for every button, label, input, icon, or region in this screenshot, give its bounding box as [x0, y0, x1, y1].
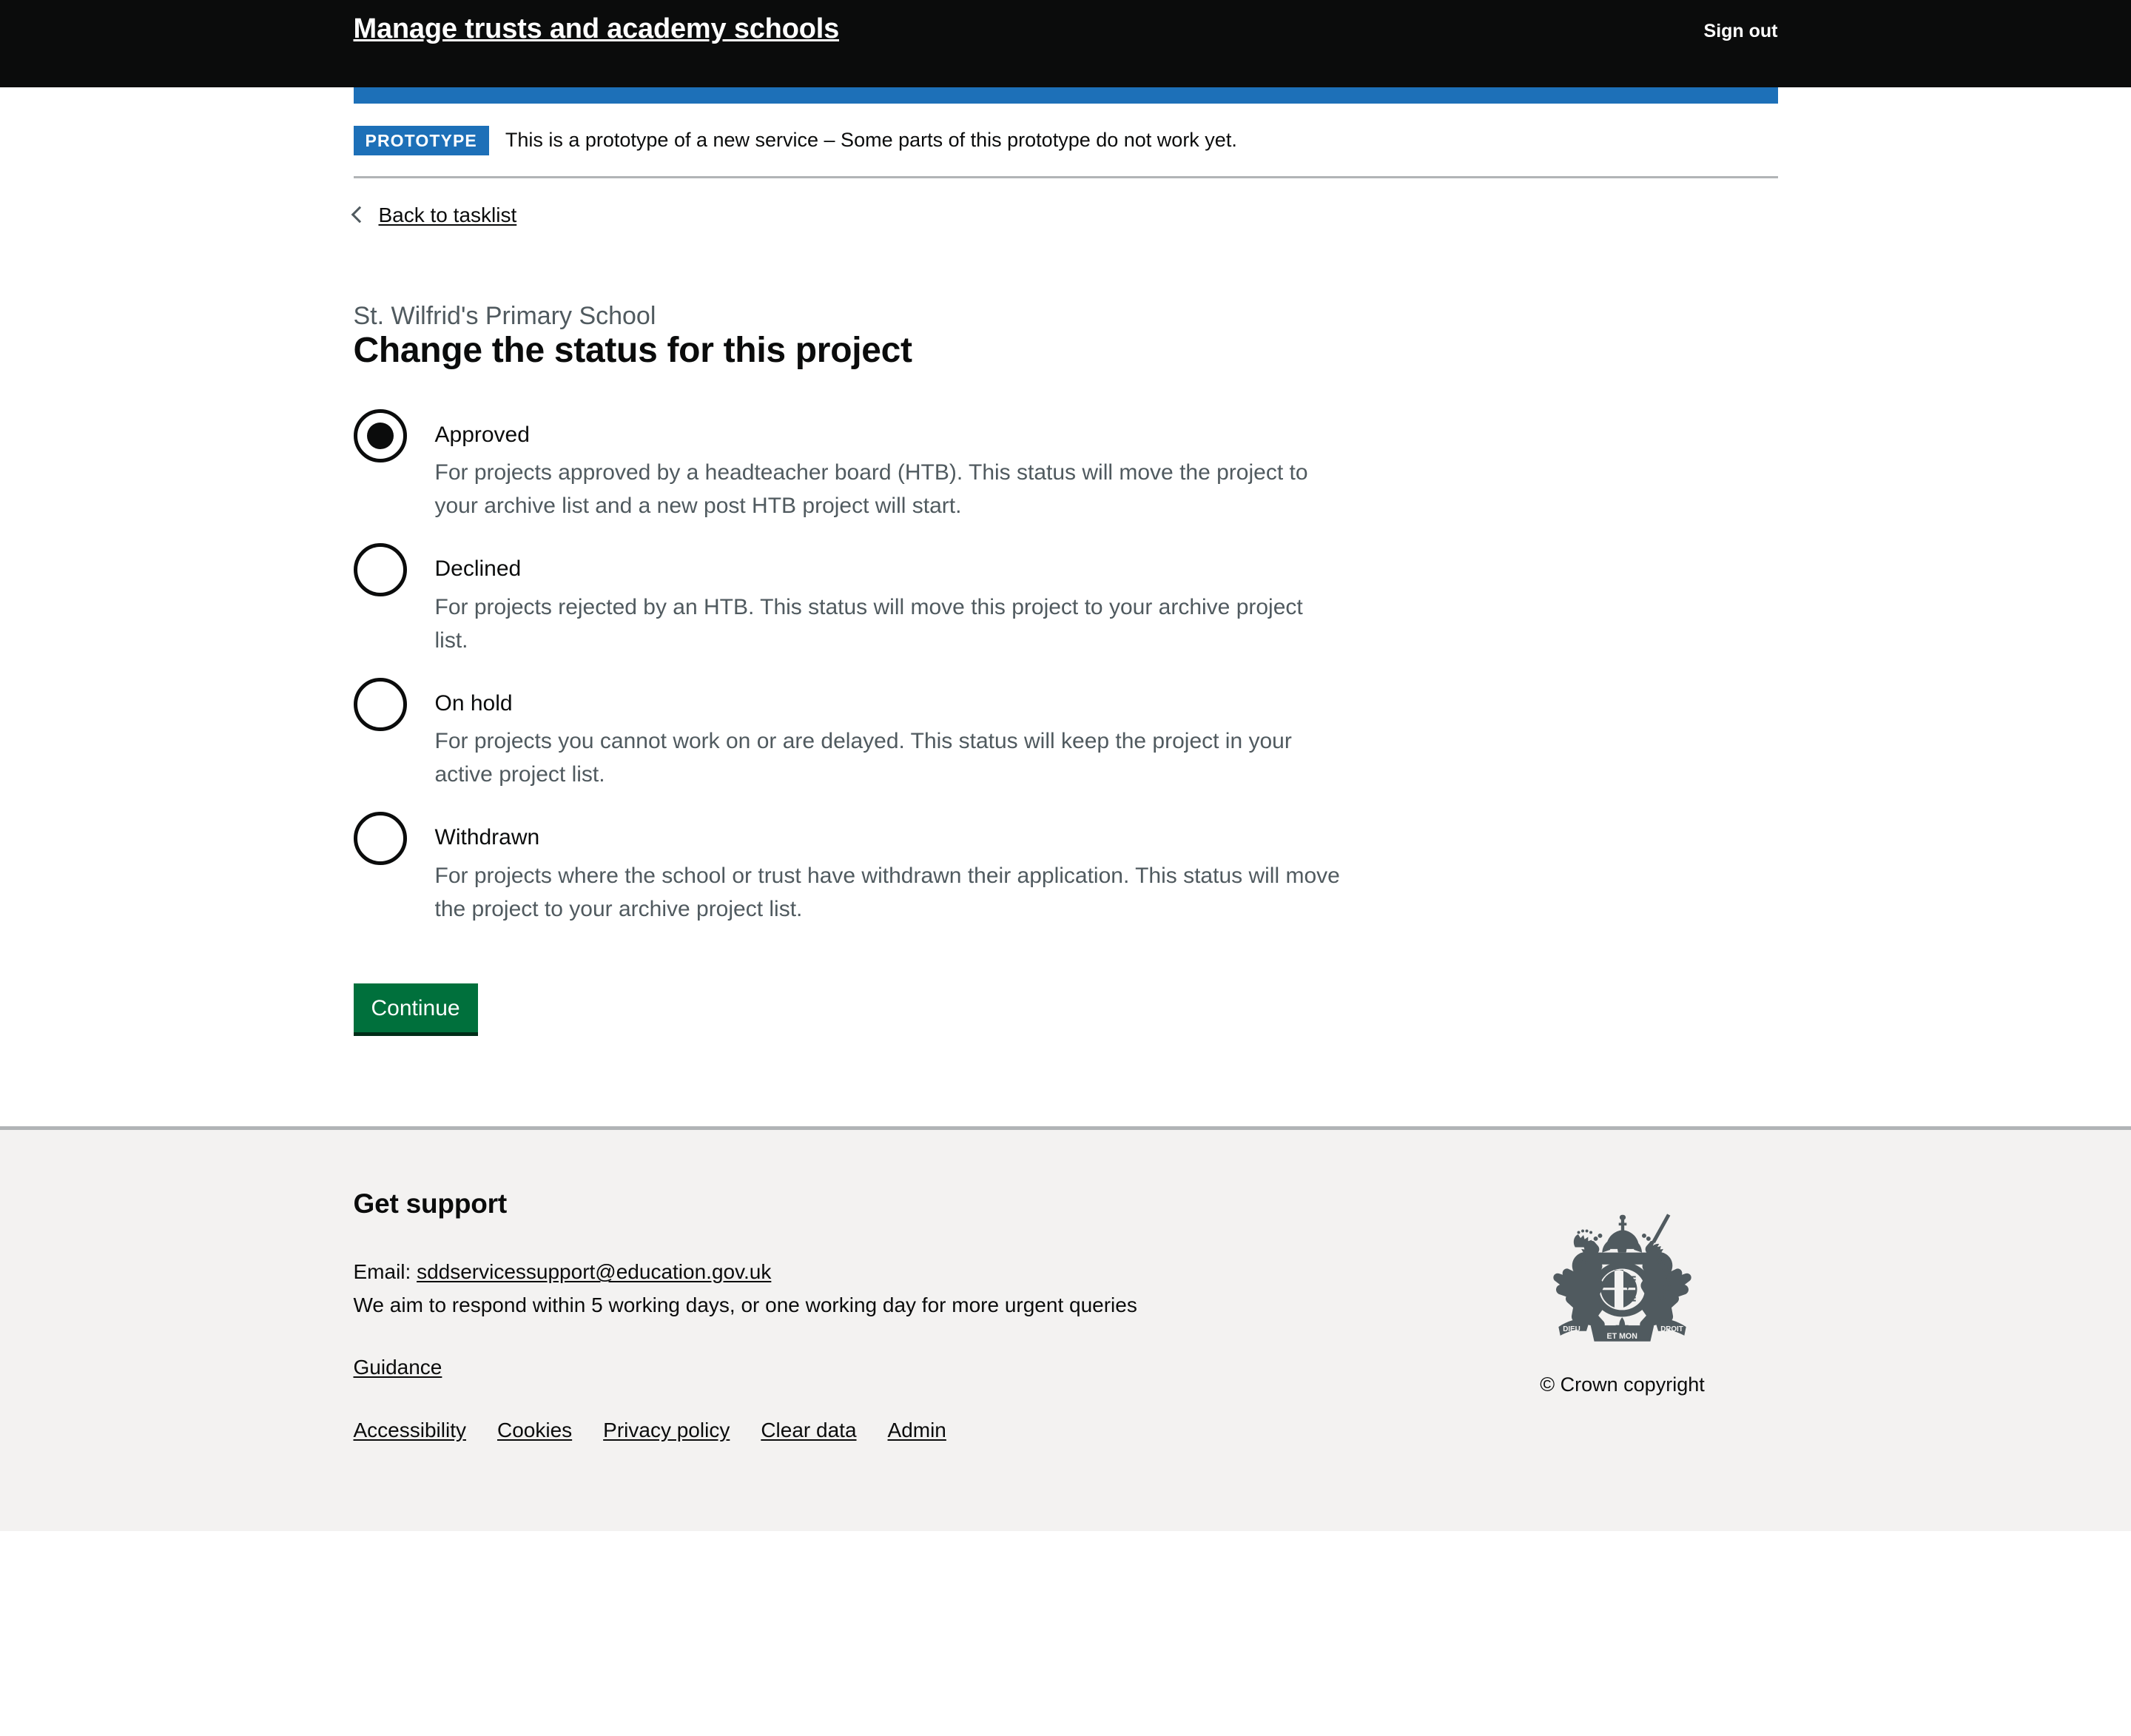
page-heading-block: St. Wilfrid's Primary School Change the … — [354, 301, 1778, 371]
footer-link-cookies[interactable]: Cookies — [497, 1419, 572, 1442]
radio-label-on-hold[interactable]: On hold — [435, 678, 1778, 718]
radio-item-declined[interactable]: Declined For projects rejected by an HTB… — [353, 543, 1778, 657]
back-link-row: Back to tasklist — [351, 178, 1778, 227]
footer-heading: Get support — [353, 1188, 508, 1219]
service-name-link[interactable]: Manage trusts and academy schools — [354, 13, 840, 46]
continue-button[interactable]: Continue — [353, 983, 478, 1036]
school-name-caption: St. Wilfrid's Primary School — [353, 302, 656, 330]
page-container: PROTOTYPE This is a prototype of a new s… — [351, 104, 1778, 1126]
phase-banner: PROTOTYPE This is a prototype of a new s… — [353, 104, 1778, 178]
support-email-link[interactable]: sddservicessupport@education.gov.uk — [417, 1260, 771, 1283]
status-form: Approved For projects approved by a head… — [353, 408, 1778, 1126]
footer-link-privacy-policy[interactable]: Privacy policy — [603, 1419, 730, 1442]
svg-text:DROIT: DROIT — [1660, 1325, 1683, 1333]
footer-support-section: Get support Email: sddservicessupport@ed… — [353, 1188, 1467, 1442]
svg-text:DIEU: DIEU — [1563, 1325, 1580, 1333]
footer-links-nav: Accessibility Cookies Privacy policy Cle… — [354, 1419, 1467, 1442]
page-title: Change the status for this project — [353, 330, 913, 370]
radio-button-approved[interactable] — [353, 408, 407, 462]
radio-button-withdrawn[interactable] — [353, 812, 407, 866]
radio-item-on-hold[interactable]: On hold For projects you cannot work on … — [353, 677, 1778, 792]
accent-strip-wrapper — [353, 87, 1778, 104]
radio-label-approved[interactable]: Approved — [435, 409, 1778, 449]
radio-label-declined[interactable]: Declined — [435, 543, 1778, 583]
guidance-link[interactable]: Guidance — [354, 1356, 442, 1379]
site-footer: Get support Email: sddservicessupport@ed… — [0, 1126, 2131, 1532]
blue-accent-strip — [353, 87, 1778, 104]
crown-copyright-text: © Crown copyright — [1540, 1373, 1705, 1396]
status-radio-group: Approved For projects approved by a head… — [353, 408, 1778, 926]
sign-out-link[interactable]: Sign out — [1704, 21, 1778, 42]
radio-button-declined[interactable] — [353, 543, 407, 597]
footer-email-line: Email: sddservicessupport@education.gov.… — [354, 1257, 1467, 1288]
form-actions: Continue — [353, 983, 1778, 1126]
footer-guidance-row: Guidance — [354, 1353, 1467, 1383]
phase-banner-text: This is a prototype of a new service – S… — [505, 129, 1237, 152]
radio-hint-approved: For projects approved by a headteacher b… — [434, 460, 1308, 519]
radio-item-withdrawn[interactable]: Withdrawn For projects where the school … — [353, 812, 1778, 926]
radio-hint-on-hold: For projects you cannot work on or are d… — [434, 729, 1292, 787]
back-to-tasklist-link[interactable]: Back to tasklist — [351, 203, 517, 227]
footer-crown-section: ET MON DIEU DROIT © Crown copyright — [1467, 1189, 1778, 1396]
radio-hint-withdrawn: For projects where the school or trust h… — [434, 863, 1340, 921]
footer-link-clear-data[interactable]: Clear data — [761, 1419, 856, 1442]
royal-coat-of-arms-icon: ET MON DIEU DROIT — [1552, 1214, 1691, 1342]
back-link-label: Back to tasklist — [378, 203, 517, 226]
chevron-left-icon — [351, 206, 368, 223]
prototype-tag: PROTOTYPE — [353, 126, 489, 155]
radio-button-on-hold[interactable] — [353, 677, 407, 731]
footer-link-admin[interactable]: Admin — [888, 1419, 946, 1442]
radio-hint-declined: For projects rejected by an HTB. This st… — [434, 594, 1303, 653]
footer-link-accessibility[interactable]: Accessibility — [354, 1419, 466, 1442]
radio-label-withdrawn[interactable]: Withdrawn — [435, 812, 1778, 852]
footer-response-time: We aim to respond within 5 working days,… — [353, 1293, 1137, 1316]
radio-item-approved[interactable]: Approved For projects approved by a head… — [353, 408, 1778, 523]
footer-email-prefix: Email: — [353, 1260, 411, 1284]
svg-text:ET MON: ET MON — [1606, 1331, 1637, 1340]
site-header: Manage trusts and academy schools Sign o… — [0, 0, 2131, 87]
